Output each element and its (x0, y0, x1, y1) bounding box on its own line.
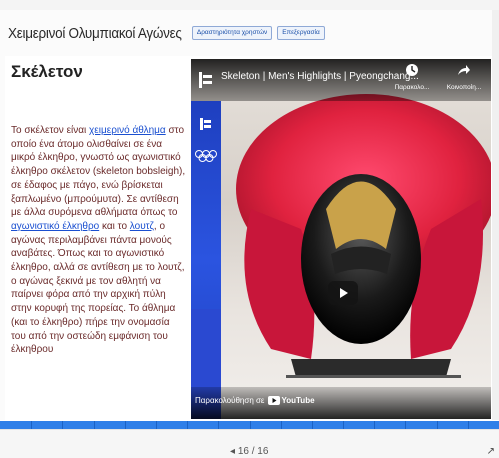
resize-handle-icon[interactable]: ↗ (487, 446, 495, 457)
progress-segment-divider (281, 421, 282, 429)
olympic-channel-icon (200, 118, 211, 130)
text-fragment: στο οποίο ένα άτομο ολισθαίνει σε ένα μι… (11, 125, 186, 219)
progress-segment-divider (374, 421, 375, 429)
link-winter-sport[interactable]: χειμερινό άθλημα (89, 125, 166, 136)
play-icon (340, 288, 348, 298)
progress-segment-divider (218, 421, 219, 429)
watch-later-button[interactable]: Παρακολο... (387, 63, 437, 91)
progress-segment-divider (125, 421, 126, 429)
progress-segment-divider (187, 421, 188, 429)
olympic-rings-icon (195, 150, 217, 162)
share-label: Κοινοποίη... (446, 84, 482, 91)
watch-on-youtube[interactable]: Παρακολούθηση σε YouTube (195, 396, 315, 405)
progress-segment-divider (156, 421, 157, 429)
content-panel: Σκέλετον Το σκέλετον είναι χειμερινό άθλ… (5, 56, 492, 420)
link-luge[interactable]: λουτζ (130, 221, 154, 232)
athlete-sled-image (236, 94, 491, 378)
prev-arrow-icon[interactable]: ◂ (230, 446, 235, 457)
progress-segment-divider (250, 421, 251, 429)
share-arrow-icon (458, 65, 470, 75)
progress-segment-divider (312, 421, 313, 429)
watch-later-label: Παρακολο... (394, 84, 430, 91)
play-button[interactable] (328, 281, 358, 305)
youtube-play-icon (267, 396, 280, 405)
progress-segment-divider (468, 421, 469, 429)
page-title: Χειμερινοί Ολυμπιακοί Αγώνες (8, 24, 182, 42)
progress-segment-divider (62, 421, 63, 429)
text-fragment: Το σκέλετον είναι (11, 125, 90, 136)
text-fragment: , ο αγώνας περιλαμβάνει πάντα μονούς ανα… (11, 220, 185, 356)
channel-logo-icon[interactable] (197, 71, 215, 89)
pager[interactable]: ◂ 16 / 16 (230, 446, 268, 457)
article-title: Σκέλετον (11, 62, 83, 81)
youtube-logo: YouTube (267, 396, 315, 405)
progress-segment-divider (31, 421, 32, 429)
watch-on-label: Παρακολούθηση σε (195, 396, 265, 405)
progress-segment-divider (405, 421, 406, 429)
video-player[interactable]: Skeleton | Men's Highlights | Pyeongchan… (191, 59, 491, 419)
progress-segment-divider (437, 421, 438, 429)
youtube-wordmark: YouTube (281, 396, 315, 405)
slide-progress-bar[interactable] (0, 421, 499, 429)
progress-segment-divider (94, 421, 95, 429)
text-fragment: και το (99, 220, 130, 232)
user-activity-button[interactable]: Δραστηριότητα χρηστών (191, 25, 273, 41)
article-text: Το σκέλετον είναι χειμερινό άθλημα στο ο… (11, 124, 186, 357)
scrollbar[interactable] (492, 10, 499, 420)
edit-button[interactable]: Επεξεργασία (277, 25, 325, 41)
progress-segment-divider (343, 421, 344, 429)
link-bobsleigh[interactable]: αγωνιστικό έλκηθρο (11, 221, 99, 232)
share-button[interactable]: Κοινοποίη... (439, 63, 489, 91)
header: Χειμερινοί Ολυμπιακοί Αγώνες Δραστηριότη… (8, 22, 325, 44)
clock-icon (406, 64, 418, 76)
pager-text: 16 / 16 (237, 446, 269, 457)
